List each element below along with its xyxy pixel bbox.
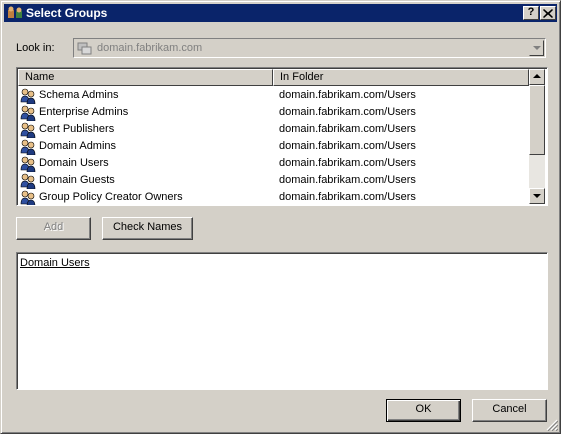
group-name: Domain Users <box>39 157 109 169</box>
group-folder: domain.fabrikam.com/Users <box>279 157 416 169</box>
group-icon <box>20 156 36 172</box>
groups-icon <box>8 6 22 18</box>
help-button[interactable]: ? <box>523 6 539 20</box>
list-item[interactable]: Domain Admins domain.fabrikam.com/Users <box>18 138 529 155</box>
selected-entry[interactable]: Domain Users <box>20 257 90 269</box>
scroll-up-button[interactable] <box>529 69 545 85</box>
group-icon <box>20 190 36 205</box>
title-bar[interactable]: Select Groups ? <box>4 4 557 22</box>
list-item[interactable]: Group Policy Creator Owners domain.fabrik… <box>18 189 529 205</box>
vertical-scrollbar[interactable] <box>529 69 545 204</box>
group-icon <box>20 105 36 121</box>
close-icon <box>543 9 553 18</box>
list-item[interactable]: Schema Admins domain.fabrikam.com/Users <box>18 87 529 104</box>
group-folder: domain.fabrikam.com/Users <box>279 123 416 135</box>
add-button[interactable]: Add <box>16 217 91 240</box>
groups-list[interactable]: Name In Folder Schema Admins domain.fabri… <box>16 67 548 206</box>
group-icon <box>20 88 36 104</box>
window-title: Select Groups <box>26 6 108 20</box>
group-folder: domain.fabrikam.com/Users <box>279 174 416 186</box>
group-name: Schema Admins <box>39 89 119 101</box>
group-name: Group Policy Creator Owners <box>39 191 183 203</box>
select-groups-dialog: Select Groups ? Look in: domain.fabrikam… <box>0 0 561 434</box>
check-names-button[interactable]: Check Names <box>102 217 193 240</box>
group-folder: domain.fabrikam.com/Users <box>279 140 416 152</box>
group-name: Domain Admins <box>39 140 117 152</box>
close-button[interactable] <box>540 6 556 20</box>
domain-icon <box>77 42 92 55</box>
group-name: Domain Guests <box>39 174 115 186</box>
column-header-name[interactable]: Name <box>18 69 273 86</box>
group-folder: domain.fabrikam.com/Users <box>279 106 416 118</box>
look-in-combo[interactable]: domain.fabrikam.com <box>73 38 546 58</box>
ok-button[interactable]: OK <box>386 399 461 422</box>
list-item[interactable]: Cert Publishers domain.fabrikam.com/Users <box>18 121 529 138</box>
list-item[interactable]: Domain Guests domain.fabrikam.com/Users <box>18 172 529 189</box>
group-icon <box>20 173 36 189</box>
scroll-down-button[interactable] <box>529 188 545 204</box>
group-icon <box>20 122 36 138</box>
scroll-thumb[interactable] <box>529 85 545 155</box>
selected-groups-box[interactable]: Domain Users <box>16 252 548 390</box>
group-folder: domain.fabrikam.com/Users <box>279 89 416 101</box>
chevron-down-icon[interactable] <box>529 40 544 56</box>
list-item[interactable]: Domain Users domain.fabrikam.com/Users <box>18 155 529 172</box>
resize-grip-icon[interactable] <box>546 419 558 431</box>
list-item[interactable]: Enterprise Admins domain.fabrikam.com/Use… <box>18 104 529 121</box>
look-in-value: domain.fabrikam.com <box>97 42 203 54</box>
column-header-folder[interactable]: In Folder <box>273 69 529 86</box>
group-icon <box>20 139 36 155</box>
list-rows: Schema Admins domain.fabrikam.com/Users En… <box>18 87 529 205</box>
group-name: Cert Publishers <box>39 123 115 135</box>
cancel-button[interactable]: Cancel <box>472 399 547 422</box>
group-name: Enterprise Admins <box>39 106 129 118</box>
look-in-label: Look in: <box>16 42 55 54</box>
group-folder: domain.fabrikam.com/Users <box>279 191 416 203</box>
